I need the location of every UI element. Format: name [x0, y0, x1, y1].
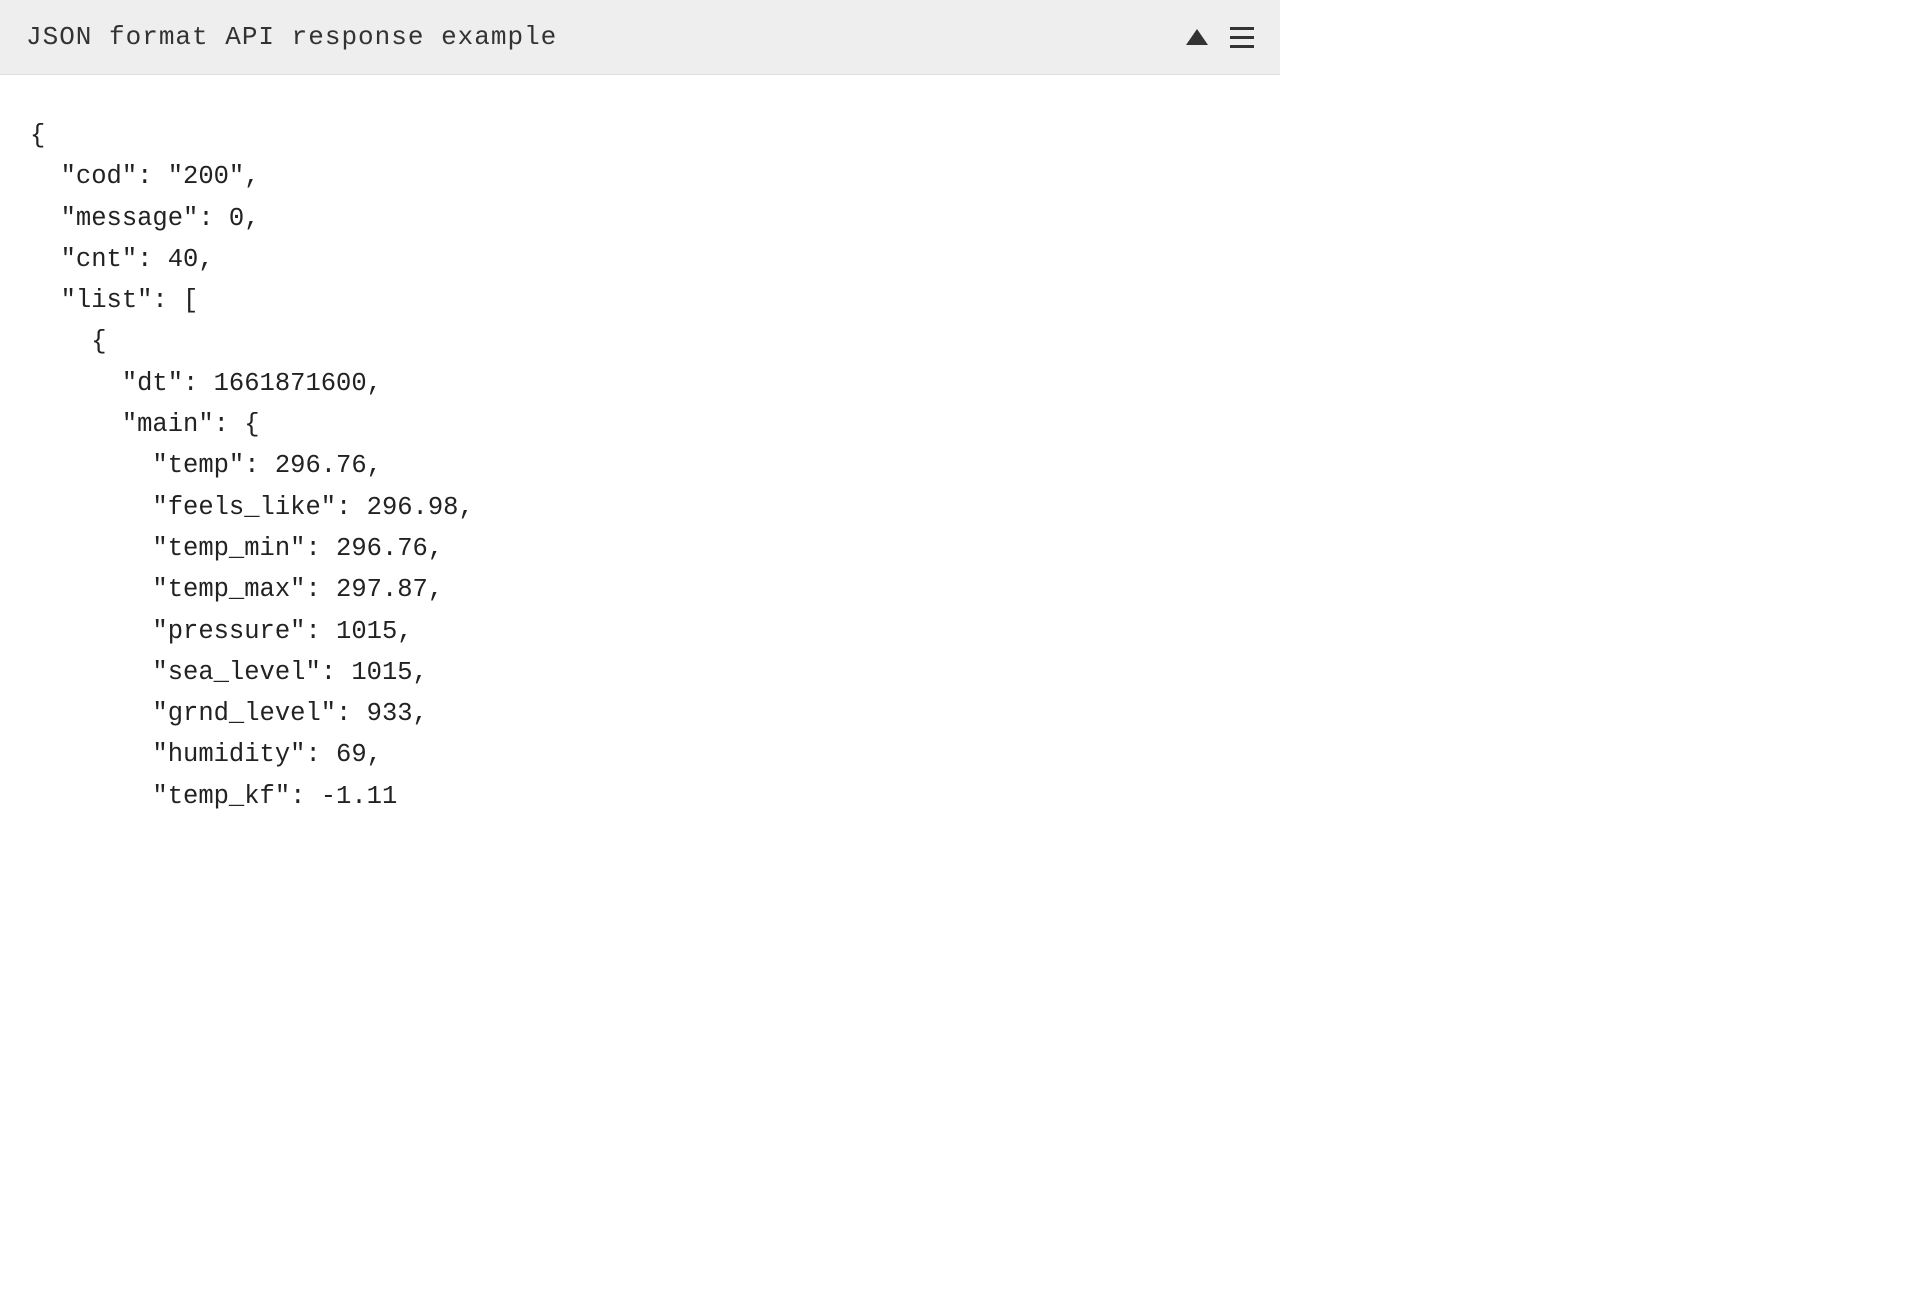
menu-bar [1230, 27, 1254, 30]
header-title: JSON format API response example [26, 22, 557, 52]
collapse-up-icon[interactable] [1186, 29, 1208, 45]
menu-bar [1230, 45, 1254, 48]
header-actions [1186, 27, 1254, 48]
code-block: { "cod": "200", "message": 0, "cnt": 40,… [0, 75, 1280, 817]
menu-icon[interactable] [1230, 27, 1254, 48]
header-bar: JSON format API response example [0, 0, 1280, 75]
menu-bar [1230, 36, 1254, 39]
